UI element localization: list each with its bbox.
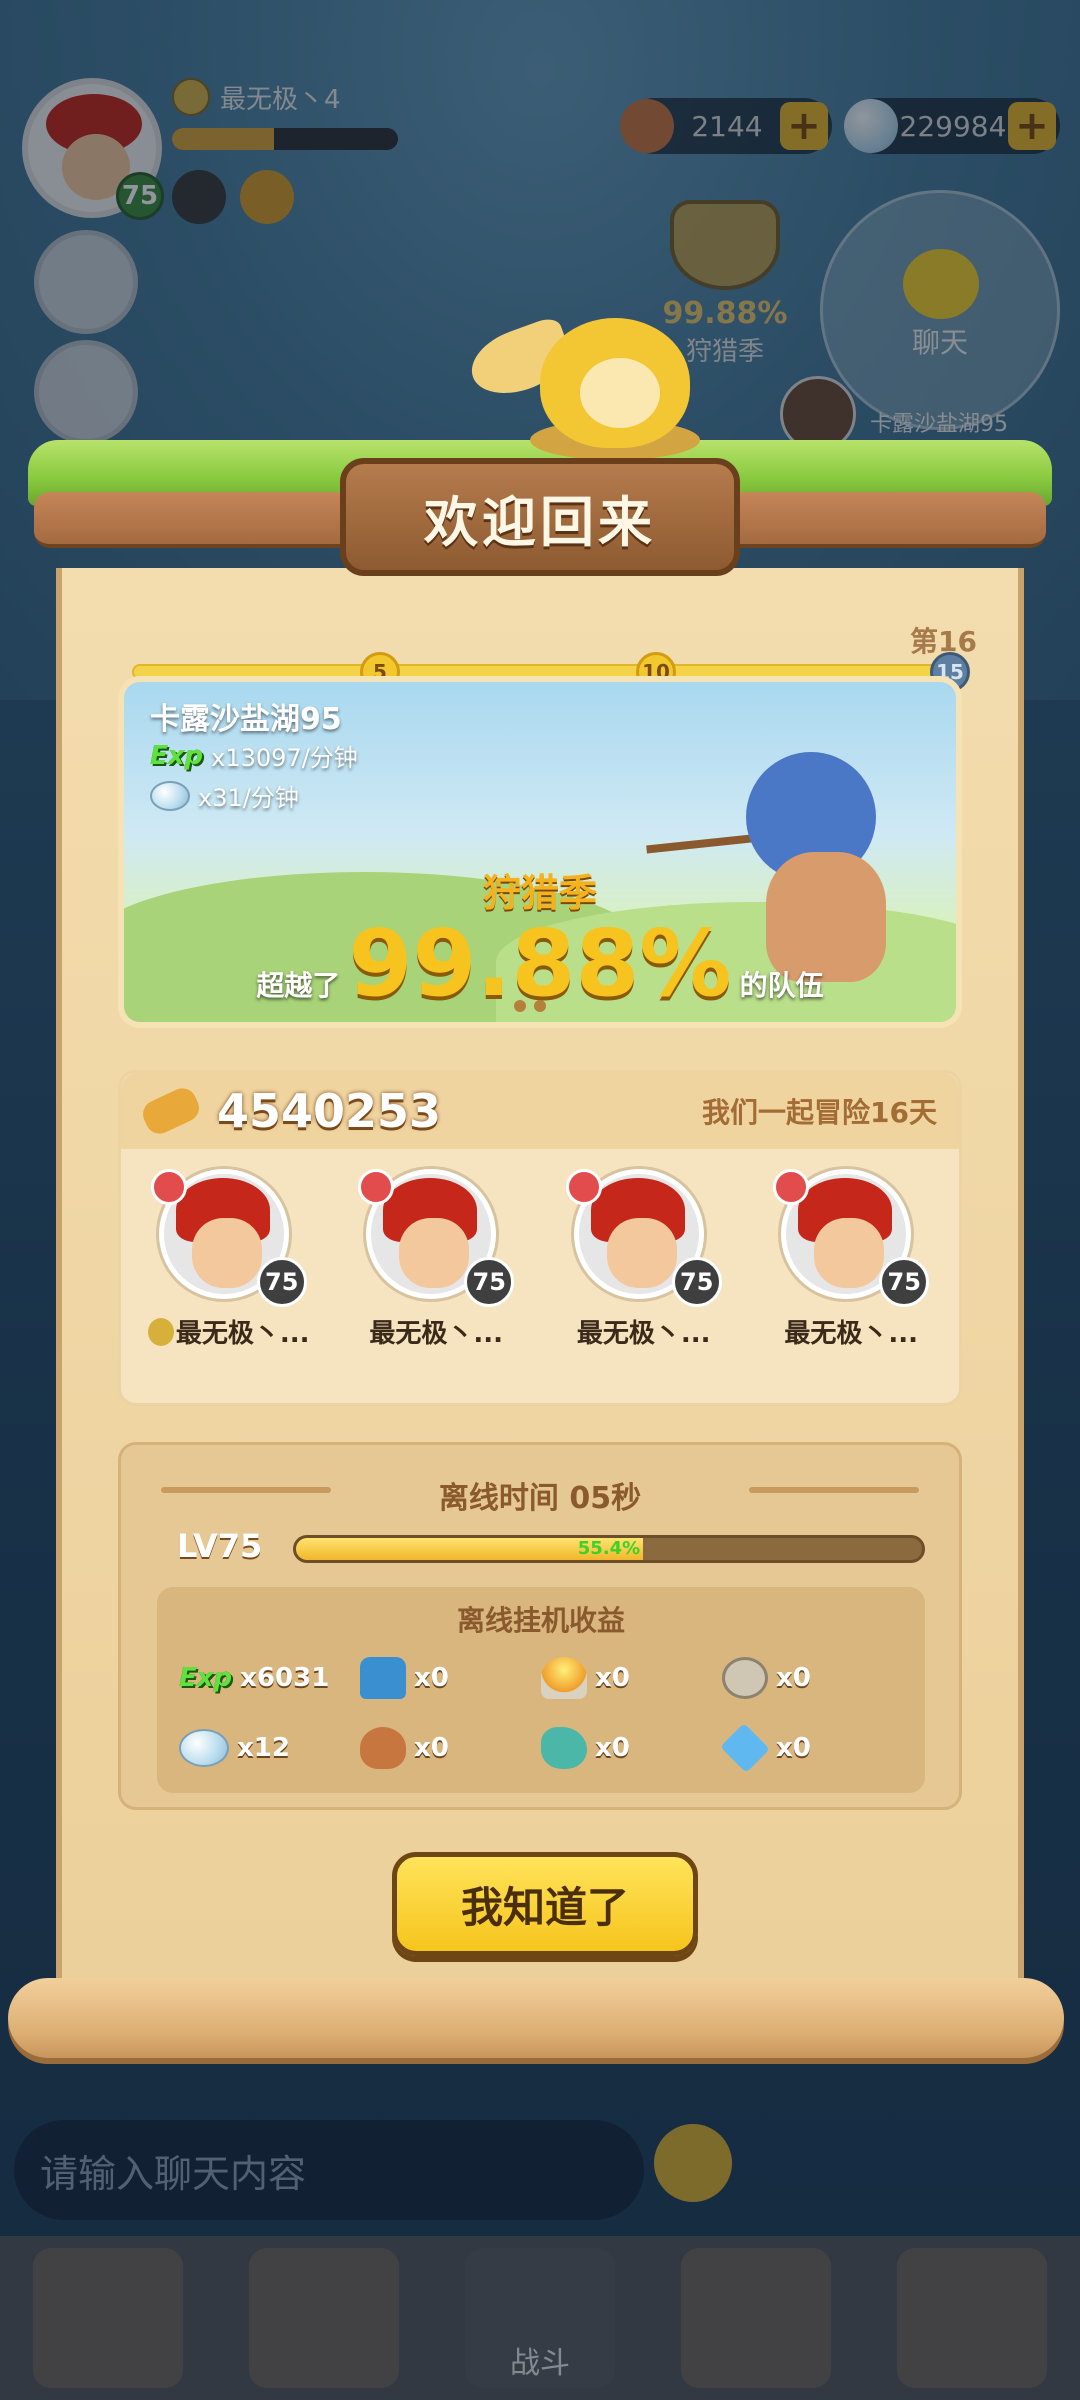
exp-icon: Exp [179,1663,233,1693]
crystal-icon [720,1723,770,1773]
member-name: 最无极丶... [175,1319,310,1349]
member-level: 75 [671,1257,722,1307]
income-item: x0 [360,1653,541,1703]
income-item: x0 [720,1723,903,1773]
member-name-row: 最无极丶... [129,1313,329,1350]
bone-power-icon [138,1083,204,1139]
gem-icon [150,780,190,811]
income-item: x0 [722,1653,903,1703]
season-banner: 卡露沙盐湖95 Exp x13097/分钟 x31/分钟 狩猎季 超越了 99.… [118,676,962,1028]
stone-ring-icon [722,1657,768,1699]
team-member[interactable]: 75 最无极丶... [129,1169,329,1379]
team-member[interactable]: 75 最无极丶... [544,1169,744,1379]
fire-stone-icon [541,1657,587,1699]
member-mark-icon [773,1169,810,1205]
meat-icon [360,1727,406,1769]
income-item: x12 [179,1723,360,1773]
member-name: 最无极丶... [369,1319,504,1349]
income-value: x0 [776,1663,811,1693]
income-value: x0 [414,1663,449,1693]
income-title: 离线挂机收益 [456,1604,625,1637]
income-value: x6031 [240,1663,330,1693]
income-value: x12 [237,1733,290,1763]
member-level: 75 [879,1257,930,1307]
team-member[interactable]: 75 最无极丶... [751,1169,951,1379]
income-item: x0 [541,1723,722,1773]
team-header: 4540253 我们一起冒险16天 [121,1073,959,1149]
surpass-prefix: 超越了 [256,969,341,1002]
member-name: 最无极丶... [576,1319,711,1349]
got-it-button[interactable]: 我知道了 [392,1852,698,1956]
banner-map-name: 卡露沙盐湖95 [150,702,342,737]
surpass-suffix: 的队伍 [739,969,824,1002]
exp-rate: x13097/分钟 [211,744,358,772]
income-grid: Exp x6031 x0 x0 x0 x12 x0 x0 x0 [179,1653,903,1773]
gem-rate-row: x31/分钟 [150,778,299,813]
income-value: x0 [595,1663,630,1693]
banner-page-dots [514,1000,546,1012]
chick-mascot-face [580,358,660,428]
dialog-title: 欢迎回来 [424,490,656,554]
gem-icon [179,1729,229,1767]
member-name: 最无极丶... [784,1319,919,1349]
member-level: 75 [464,1257,515,1307]
ore-icon [541,1727,587,1769]
income-value: x0 [414,1733,449,1763]
level-progress-text: 55.4% [577,1538,641,1559]
team-panel: 4540253 我们一起冒险16天 75 最无极丶... 75 最无极丶... … [118,1070,962,1406]
income-item: Exp x6031 [179,1653,360,1703]
income-item: x0 [541,1653,722,1703]
dialog-bottom-roll [8,1978,1064,2058]
team-member[interactable]: 75 最无极丶... [336,1169,536,1379]
income-value: x0 [776,1733,811,1763]
banner-season-title: 狩猎季 [482,871,597,915]
shirt-icon [360,1657,406,1699]
offline-income-box: 离线挂机收益 Exp x6031 x0 x0 x0 x12 x0 x0 x0 [157,1587,925,1793]
team-members: 75 最无极丶... 75 最无极丶... 75 最无极丶... 75 最无极丶… [121,1169,959,1379]
dialog-title-plaque: 欢迎回来 [340,458,740,576]
gem-rate: x31/分钟 [198,784,299,812]
adventure-days: 我们一起冒险16天 [702,1096,937,1129]
level-label: LV75 [177,1527,263,1565]
member-level: 75 [256,1257,307,1307]
income-item: x0 [360,1723,541,1773]
team-power: 4540253 [217,1084,442,1138]
exp-icon: Exp [150,740,204,771]
member-mark-icon [358,1169,395,1205]
level-progress-bar: 55.4% [293,1535,925,1563]
leader-shield-icon [147,1318,174,1346]
exp-rate-row: Exp x13097/分钟 [150,738,358,773]
got-it-label: 我知道了 [460,1882,629,1932]
income-value: x0 [595,1733,630,1763]
member-mark-icon [565,1169,602,1205]
offline-panel: 离线时间 05秒 LV75 55.4% 离线挂机收益 Exp x6031 x0 … [118,1442,962,1810]
member-mark-icon [150,1169,187,1205]
offline-time: 离线时间 05秒 [438,1481,642,1516]
